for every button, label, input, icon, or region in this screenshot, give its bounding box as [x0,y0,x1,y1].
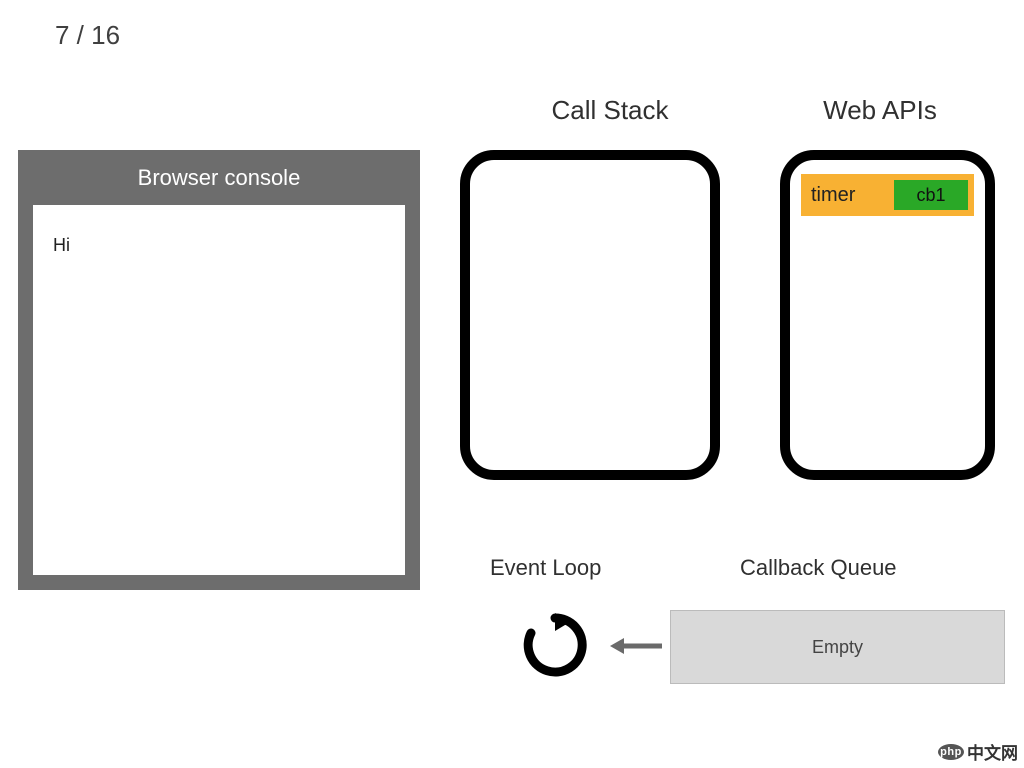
callback-queue-content: Empty [812,637,863,658]
timer-row: timer cb1 [801,174,974,216]
timer-label: timer [811,184,855,207]
callback-queue-box: Empty [670,610,1005,684]
call-stack-panel [460,150,720,480]
browser-console-title: Browser console [18,150,420,205]
heading-web-apis: Web APIs [780,95,980,126]
event-loop-icon [520,610,590,680]
heading-callback-queue: Callback Queue [740,555,897,581]
web-apis-panel: timer cb1 [780,150,995,480]
browser-console-body: Hi [33,205,405,575]
heading-call-stack: Call Stack [510,95,710,126]
callback-box: cb1 [894,180,968,210]
watermark-badge: php [938,744,964,760]
console-line: Hi [53,235,385,256]
slide-counter: 7 / 16 [55,20,120,51]
watermark-text: 中文网 [967,739,1018,764]
browser-console-frame: Browser console Hi [18,150,420,590]
heading-event-loop: Event Loop [490,555,601,581]
watermark: php 中文网 [938,739,1018,764]
arrow-left-icon [608,632,663,660]
